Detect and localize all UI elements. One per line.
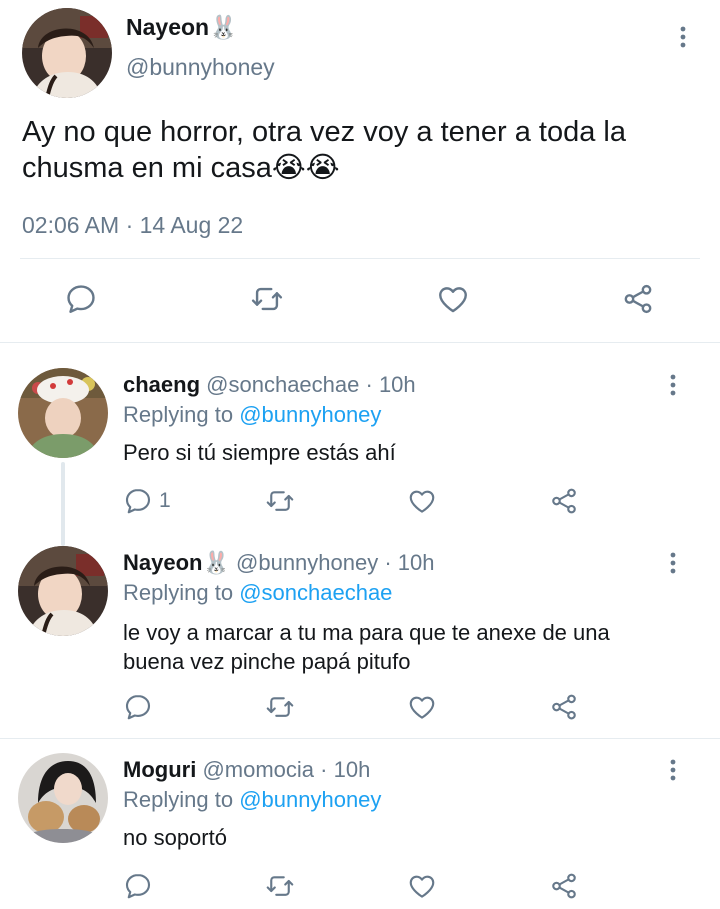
reply-1-reply-button[interactable]: 1 xyxy=(123,486,171,516)
reply-2-text-line-1: le voy a marcar a tu ma para que te anex… xyxy=(123,620,610,645)
divider xyxy=(0,738,720,739)
reply-1-header: chaeng @sonchaechae · 10h xyxy=(123,372,416,398)
main-retweet-button[interactable] xyxy=(249,282,285,316)
reply-3-reply-button[interactable] xyxy=(123,871,153,901)
reply-2-text-line-2: buena vez pinche papá pitufo xyxy=(123,649,411,674)
reply-2-share-button[interactable] xyxy=(548,692,580,722)
bunny-emoji: 🐰 xyxy=(209,14,238,40)
main-reply-button[interactable] xyxy=(64,282,98,316)
more-vertical-icon xyxy=(680,25,686,49)
reply-3-name[interactable]: Moguri xyxy=(123,757,196,782)
replying-to-label: Replying to xyxy=(123,787,234,812)
main-tweet-timestamp[interactable]: 02:06 AM · 14 Aug 22 xyxy=(22,212,243,239)
main-author-name[interactable]: Nayeon xyxy=(126,14,209,40)
reply-3-header: Moguri @momocia · 10h xyxy=(123,757,370,783)
thread-connector-line xyxy=(61,462,65,546)
like-icon xyxy=(406,692,438,722)
replying-to-label: Replying to xyxy=(123,402,234,427)
reply-1-like-button[interactable] xyxy=(406,486,438,516)
bunny-emoji: 🐰 xyxy=(202,550,230,575)
reply-2-replying-to: Replying to @sonchaechae xyxy=(123,580,392,606)
reply-3-handle[interactable]: @momocia xyxy=(202,757,314,782)
retweet-icon xyxy=(264,692,296,722)
replying-to-handle[interactable]: @bunnyhoney xyxy=(239,787,381,812)
reply-2-time: · 10h xyxy=(384,550,435,575)
share-icon xyxy=(548,486,580,516)
more-vertical-icon xyxy=(670,758,676,782)
reply-3-time: · 10h xyxy=(320,757,371,782)
reply-2-like-button[interactable] xyxy=(406,692,438,722)
reply-2-handle[interactable]: @bunnyhoney xyxy=(236,550,378,575)
reply-2-reply-button[interactable] xyxy=(123,692,153,722)
main-share-button[interactable] xyxy=(620,282,656,316)
avatar-reply-2[interactable] xyxy=(18,546,108,636)
replying-to-label: Replying to xyxy=(123,580,234,605)
avatar-reply-3[interactable] xyxy=(18,753,108,843)
reply-2-name[interactable]: Nayeon xyxy=(123,550,202,575)
reply-2-header: Nayeon🐰 @bunnyhoney · 10h xyxy=(123,550,435,576)
reply-icon xyxy=(123,692,153,722)
reply-1-more-button[interactable] xyxy=(661,370,685,400)
retweet-icon xyxy=(264,871,296,901)
avatar-main-author[interactable] xyxy=(22,8,112,98)
reply-1-time: · 10h xyxy=(365,372,416,397)
avatar-reply-1[interactable] xyxy=(18,368,108,458)
main-like-button[interactable] xyxy=(435,282,471,316)
retweet-icon xyxy=(264,486,296,516)
like-icon xyxy=(435,282,471,316)
reply-3-like-button[interactable] xyxy=(406,871,438,901)
reply-1-name[interactable]: chaeng xyxy=(123,372,200,397)
more-options-button[interactable] xyxy=(671,22,695,52)
divider xyxy=(20,258,700,259)
more-vertical-icon xyxy=(670,373,676,397)
reply-icon xyxy=(123,871,153,901)
reply-3-text: no soportó xyxy=(123,825,227,850)
reply-2-more-button[interactable] xyxy=(661,548,685,578)
crying-emoji-2: 😭 xyxy=(305,152,340,184)
like-icon xyxy=(406,486,438,516)
reply-2-retweet-button[interactable] xyxy=(264,692,296,722)
divider xyxy=(0,342,720,343)
reply-1-text: Pero si tú siempre estás ahí xyxy=(123,440,396,465)
reply-1-handle[interactable]: @sonchaechae xyxy=(206,372,359,397)
more-vertical-icon xyxy=(670,551,676,575)
main-author-handle[interactable]: @bunnyhoney xyxy=(126,54,275,81)
reply-icon xyxy=(123,486,153,516)
reply-2-text: le voy a marcar a tu ma para que te anex… xyxy=(123,618,610,676)
reply-1-replying-to: Replying to @bunnyhoney xyxy=(123,402,381,428)
share-icon xyxy=(548,692,580,722)
reply-count: 1 xyxy=(159,489,171,512)
reply-3-retweet-button[interactable] xyxy=(264,871,296,901)
reply-3-replying-to: Replying to @bunnyhoney xyxy=(123,787,381,813)
like-icon xyxy=(406,871,438,901)
main-author-name-row[interactable]: Nayeon🐰 xyxy=(126,14,238,41)
share-icon xyxy=(620,282,656,316)
reply-1-retweet-button[interactable] xyxy=(264,486,296,516)
main-tweet-text: Ay no que horror, otra vez voy a tener a… xyxy=(22,114,702,186)
reply-3-share-button[interactable] xyxy=(548,871,580,901)
reply-icon xyxy=(64,282,98,316)
share-icon xyxy=(548,871,580,901)
replying-to-handle[interactable]: @sonchaechae xyxy=(239,580,392,605)
retweet-icon xyxy=(249,282,285,316)
reply-3-more-button[interactable] xyxy=(661,755,685,785)
reply-1-share-button[interactable] xyxy=(548,486,580,516)
replying-to-handle[interactable]: @bunnyhoney xyxy=(239,402,381,427)
crying-emoji-1: 😭 xyxy=(271,152,306,184)
